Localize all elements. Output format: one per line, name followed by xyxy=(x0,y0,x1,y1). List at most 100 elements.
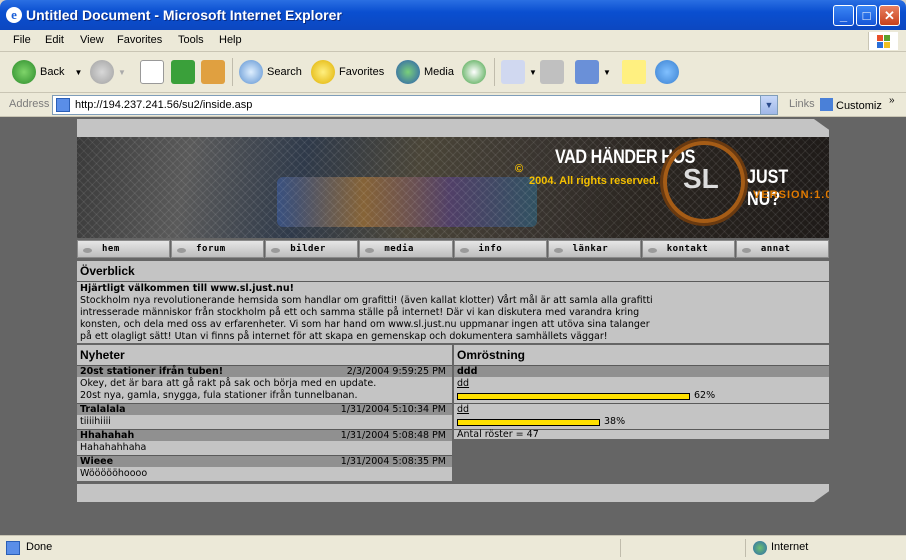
edit-dropdown-icon[interactable]: ▼ xyxy=(603,68,611,77)
search-button[interactable]: Search xyxy=(239,58,302,86)
nav-info[interactable]: info xyxy=(453,240,547,258)
address-bar: Address http://194.237.241.56/su2/inside… xyxy=(0,93,906,117)
links-label[interactable]: Links xyxy=(789,98,815,110)
media-button[interactable]: Media xyxy=(396,58,454,86)
close-button[interactable]: ✕ xyxy=(879,5,900,26)
messenger-button[interactable] xyxy=(655,58,683,86)
status-text: Done xyxy=(26,541,53,553)
status-zone: Internet xyxy=(771,541,809,553)
refresh-button[interactable] xyxy=(171,58,199,86)
nav-bullet-icon xyxy=(553,248,563,253)
back-dropdown-icon[interactable]: ▼ xyxy=(74,68,82,77)
menu-favorites[interactable]: Favorites xyxy=(117,34,162,46)
note-icon xyxy=(622,60,646,84)
nav-annat[interactable]: annat xyxy=(735,240,829,258)
poll-panel: Omröstning ddd dd 62% dd 38% Antal röste… xyxy=(454,345,829,440)
forward-button[interactable]: ▼ xyxy=(90,58,126,86)
bottom-strip xyxy=(77,484,829,502)
status-separator xyxy=(620,539,621,557)
favorites-label: Favorites xyxy=(339,66,385,78)
nav-label: länkar xyxy=(572,244,609,254)
address-url[interactable]: http://194.237.241.56/su2/inside.asp xyxy=(75,99,252,111)
edit-icon xyxy=(575,60,599,84)
media-icon xyxy=(396,60,420,84)
poll-question: ddd xyxy=(457,366,478,377)
star-icon xyxy=(311,60,335,84)
poll-votes: Antal röster = 47 xyxy=(457,429,539,440)
stop-button[interactable] xyxy=(140,58,168,86)
news-panel: Nyheter 20st stationer ifrån tuben! 2/3/… xyxy=(77,345,452,481)
home-button[interactable] xyxy=(201,58,229,86)
forward-dropdown-icon: ▼ xyxy=(118,67,126,77)
page-viewport: VAD HÄNDER HOS © 2004. All rights reserv… xyxy=(0,117,906,535)
news-body: tiiiihiiii xyxy=(80,416,111,427)
window-title: Untitled Document - Microsoft Internet E… xyxy=(26,7,342,23)
address-dropdown-icon[interactable]: ▼ xyxy=(760,96,777,114)
overview-line: Stockholm nya revolutionerande hemsida s… xyxy=(80,295,653,306)
poll-option-link[interactable]: dd xyxy=(457,378,469,390)
link-icon xyxy=(820,98,833,111)
menu-file[interactable]: File xyxy=(13,34,31,46)
internet-globe-icon xyxy=(753,541,767,555)
nav-bullet-icon xyxy=(459,248,469,253)
site-nav: hem forum bilder media info länkar konta… xyxy=(77,240,829,258)
page-icon xyxy=(56,98,70,112)
news-row-header[interactable]: Hhahahah 1/31/2004 5:08:48 PM xyxy=(77,429,452,441)
menu-tools[interactable]: Tools xyxy=(178,34,204,46)
menu-help[interactable]: Help xyxy=(219,34,242,46)
discuss-button[interactable] xyxy=(622,58,650,86)
nav-label: kontakt xyxy=(666,244,709,254)
nav-label: info xyxy=(478,244,503,254)
nav-bullet-icon xyxy=(365,248,375,253)
nav-forum[interactable]: forum xyxy=(171,240,265,258)
nav-bullet-icon xyxy=(647,248,657,253)
title-bar: e Untitled Document - Microsoft Internet… xyxy=(0,0,906,30)
maximize-button[interactable]: □ xyxy=(856,5,877,26)
media-label: Media xyxy=(424,66,454,78)
menu-view[interactable]: View xyxy=(80,34,104,46)
edit-button[interactable]: ▼ xyxy=(575,58,611,86)
news-heading: Nyheter xyxy=(80,348,125,362)
back-arrow-icon xyxy=(12,60,36,84)
mail-button[interactable]: ▼ xyxy=(501,58,537,86)
chevron-right-icon[interactable]: » xyxy=(889,95,895,106)
news-row-header[interactable]: Tralalala 1/31/2004 5:10:34 PM xyxy=(77,403,452,415)
address-label: Address xyxy=(9,98,50,110)
status-bar: Done Internet xyxy=(0,535,906,560)
minimize-button[interactable]: _ xyxy=(833,5,854,26)
nav-hem[interactable]: hem xyxy=(77,240,171,258)
news-row-header[interactable]: Wieee 1/31/2004 5:08:35 PM xyxy=(77,455,452,467)
customize-links[interactable]: Customiz xyxy=(820,98,882,112)
mail-dropdown-icon[interactable]: ▼ xyxy=(529,68,537,77)
history-icon xyxy=(462,60,486,84)
poll-heading: Omröstning xyxy=(457,348,525,362)
back-button[interactable]: Back ▼ xyxy=(12,58,82,86)
poll-bar xyxy=(457,393,690,400)
poll-percent: 62% xyxy=(694,390,716,401)
news-title: Wieee xyxy=(80,456,114,467)
news-date: 2/3/2004 9:59:25 PM xyxy=(346,366,446,377)
news-date: 1/31/2004 5:08:35 PM xyxy=(340,456,446,467)
toolbar-separator xyxy=(494,58,495,86)
overview-line: intresserade människor från stockholm på… xyxy=(80,307,640,318)
status-separator xyxy=(745,539,746,557)
menu-edit[interactable]: Edit xyxy=(45,34,64,46)
nav-media[interactable]: media xyxy=(359,240,453,258)
messenger-icon xyxy=(655,60,679,84)
site-banner: VAD HÄNDER HOS © 2004. All rights reserv… xyxy=(77,137,829,238)
news-body: Hahahahhaha xyxy=(80,442,147,453)
nav-kontakt[interactable]: kontakt xyxy=(641,240,735,258)
toolbar: Back ▼ ▼ Search Favorites Media ▼ ▼ xyxy=(0,52,906,93)
poll-option-link[interactable]: dd xyxy=(457,404,469,416)
print-button[interactable] xyxy=(540,58,568,86)
printer-icon xyxy=(540,60,564,84)
nav-label: hem xyxy=(102,244,120,254)
favorites-button[interactable]: Favorites xyxy=(311,58,384,86)
nav-bilder[interactable]: bilder xyxy=(265,240,359,258)
nav-lankar[interactable]: länkar xyxy=(547,240,641,258)
nav-label: forum xyxy=(196,244,226,254)
news-body: 20st nya, gamla, snygga, fula stationer … xyxy=(80,390,358,401)
news-row-header[interactable]: 20st stationer ifrån tuben! 2/3/2004 9:5… xyxy=(77,365,452,377)
history-button[interactable] xyxy=(462,58,490,86)
address-input[interactable]: http://194.237.241.56/su2/inside.asp ▼ xyxy=(52,95,778,115)
